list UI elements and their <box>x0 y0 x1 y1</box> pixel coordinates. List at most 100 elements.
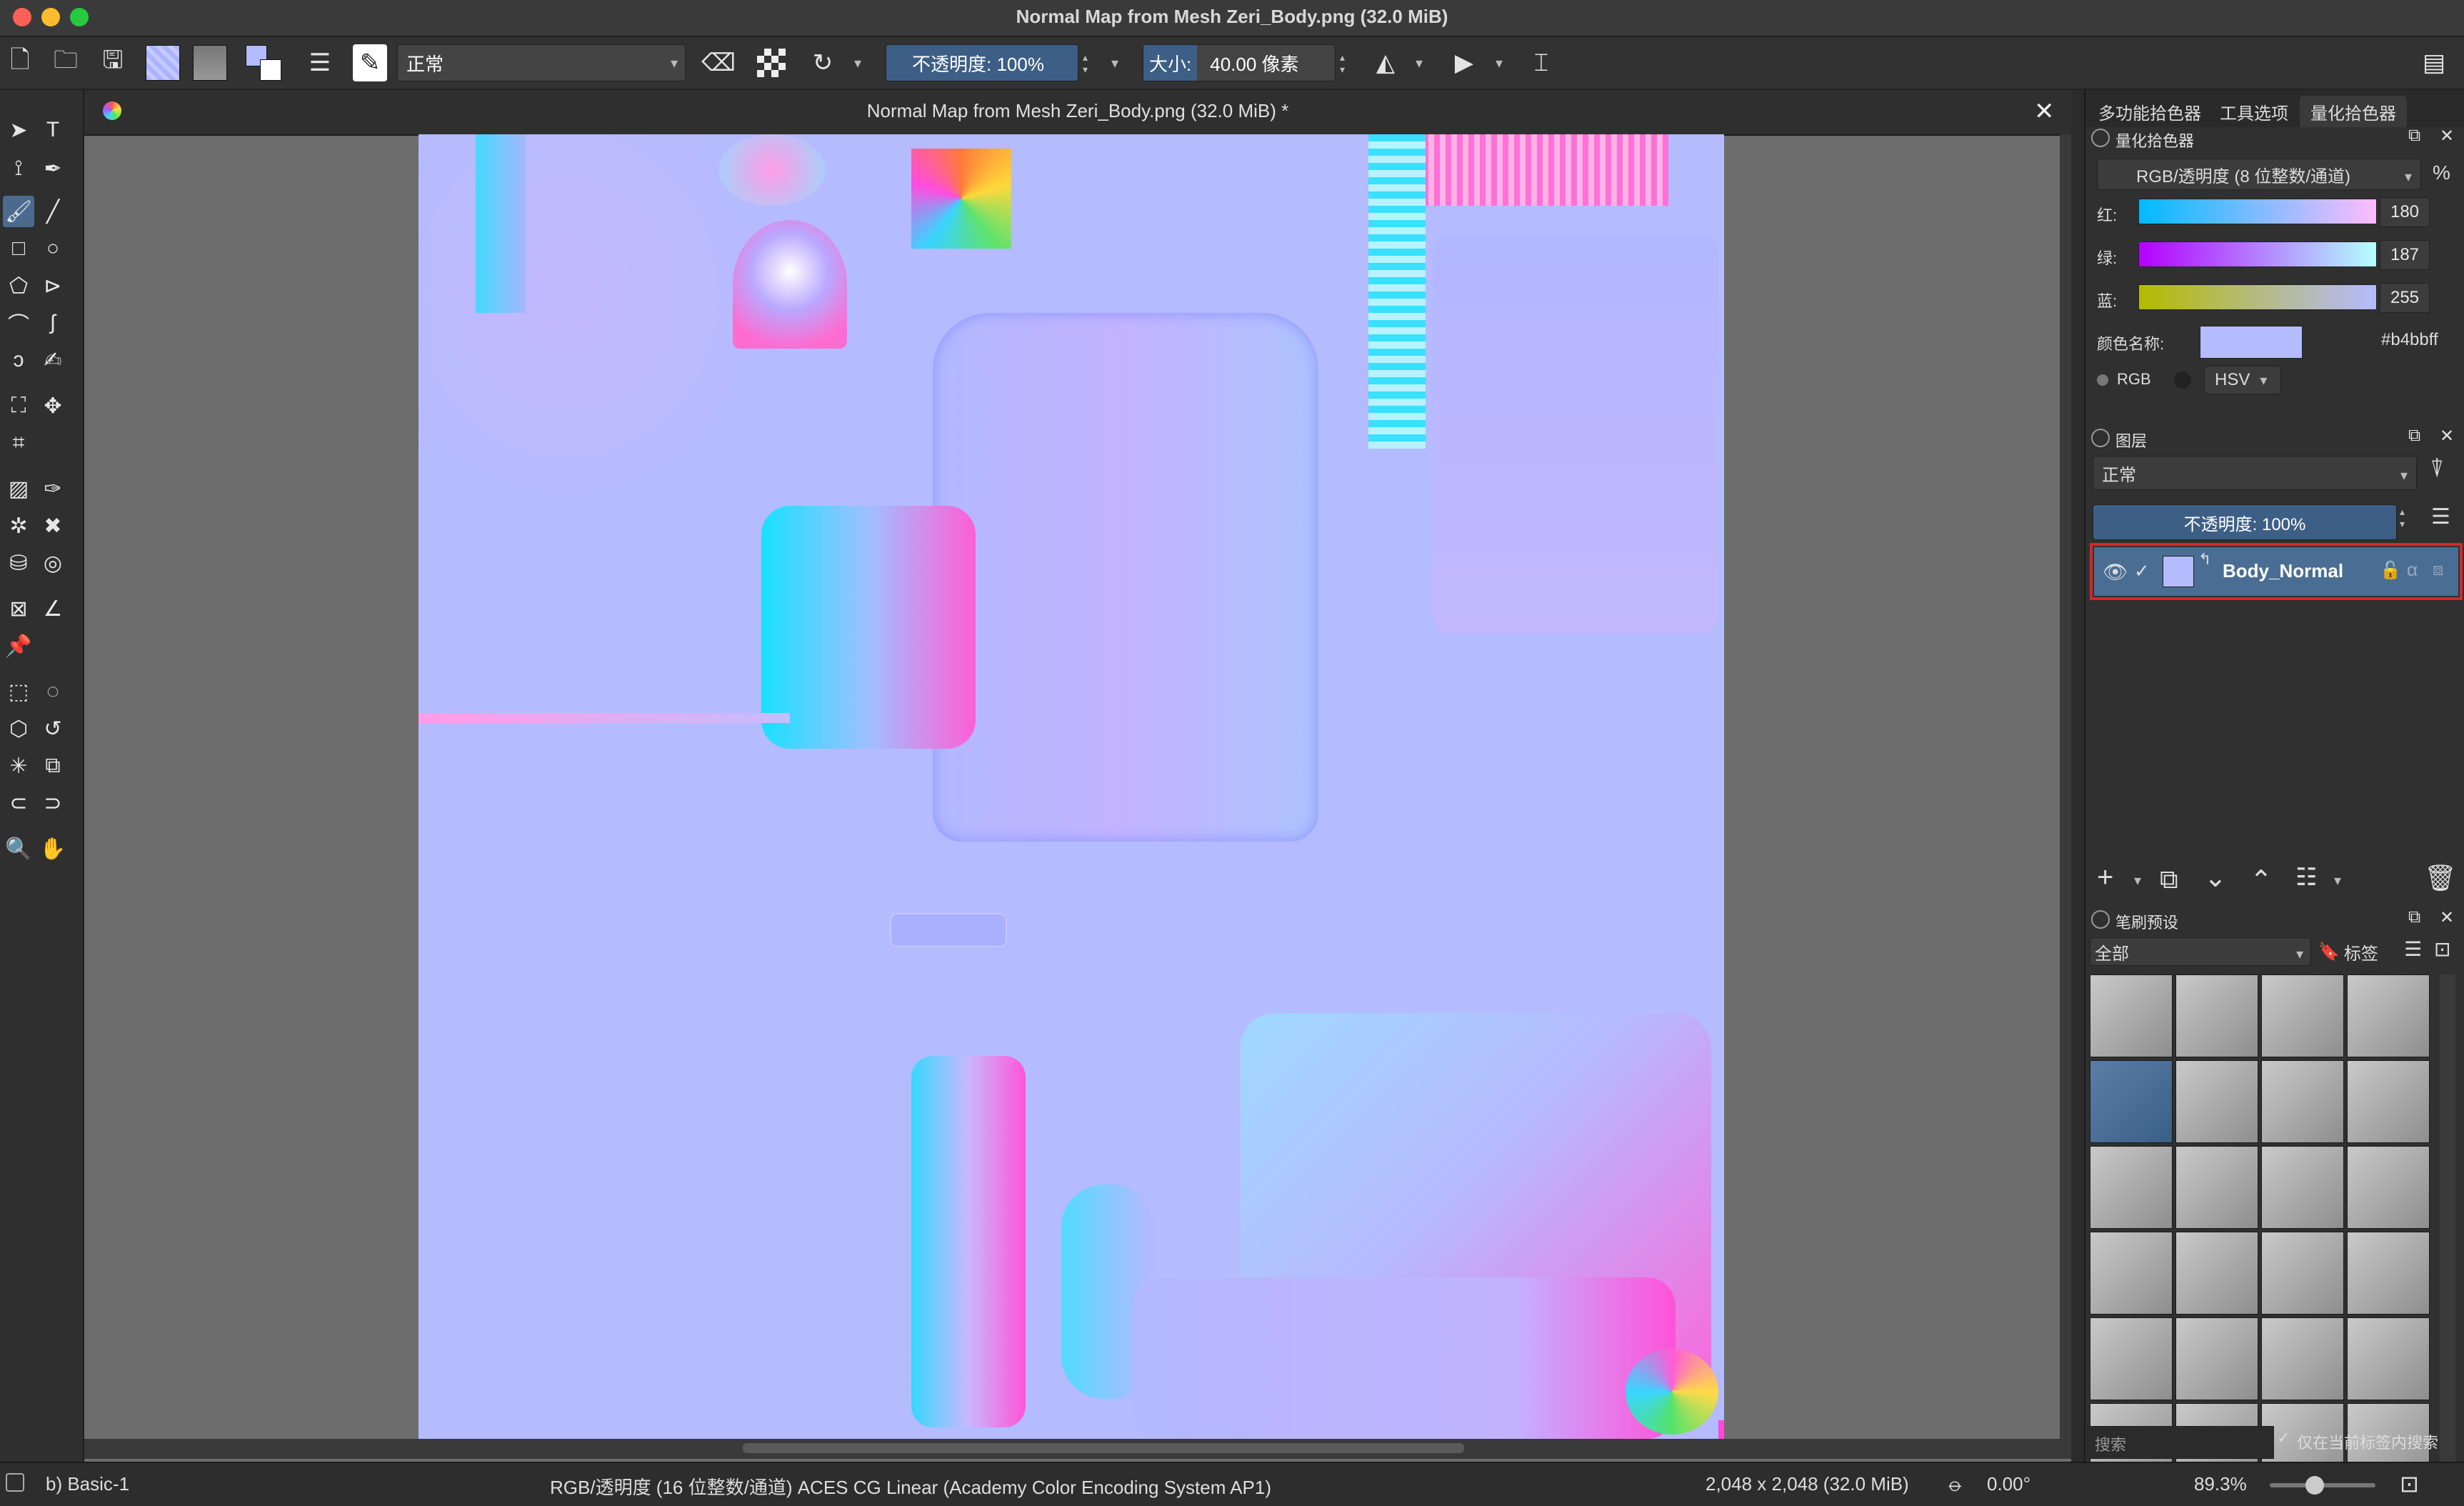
freehand-select-icon[interactable]: ↺ <box>37 713 69 744</box>
horizontal-scroll-thumb[interactable] <box>743 1443 1464 1453</box>
reload-icon[interactable]: ↻ <box>806 46 840 80</box>
select-shapes-icon[interactable]: ➤ <box>3 114 34 146</box>
magic-wand-icon[interactable]: ✳ <box>3 750 34 782</box>
pattern-icon[interactable] <box>146 45 180 81</box>
eraser-icon[interactable]: ⌫ <box>701 46 736 80</box>
add-layer-icon[interactable]: + <box>2097 862 2113 894</box>
fg-bg-colors-icon[interactable] <box>246 45 281 81</box>
delete-layer-icon[interactable]: 🗑 <box>2424 863 2457 893</box>
zoom-slider-handle[interactable] <box>2305 1476 2324 1495</box>
bezier-select-icon[interactable]: ⊂ <box>3 787 34 819</box>
chevron-down-icon[interactable]: ▾ <box>1416 54 1423 72</box>
pan-tool-icon[interactable]: ✋ <box>37 833 69 864</box>
layer-opacity-slider[interactable]: 不透明度: 100% <box>2093 504 2397 540</box>
similar-select-icon[interactable]: ⧉ <box>37 750 69 782</box>
lock-icon[interactable] <box>2091 429 2110 447</box>
assistant-tool-icon[interactable]: ⊠ <box>3 593 34 624</box>
fill-tool-icon[interactable]: ⛁ <box>3 547 34 579</box>
polygon-select-icon[interactable]: ⬡ <box>3 713 34 744</box>
checkbox-icon[interactable]: ✓ <box>2277 1429 2290 1447</box>
layer-menu-icon[interactable]: ☰ <box>2431 504 2450 529</box>
chevron-down-icon[interactable]: ▾ <box>2334 872 2341 889</box>
save-icon[interactable]: 🖫 <box>96 46 130 80</box>
edit-shapes-icon[interactable]: ⟟ <box>3 153 34 184</box>
layer-properties-icon[interactable]: ☷ <box>2295 863 2317 892</box>
color-picker-icon[interactable]: ✑ <box>37 473 69 504</box>
brush-preset[interactable] <box>2175 974 2258 1057</box>
float-docker-icon[interactable]: ⧉ <box>2408 126 2420 146</box>
stepper-icon[interactable]: ▴ ▾ <box>1083 51 1088 76</box>
smart-patch-icon[interactable]: ✖ <box>37 510 69 542</box>
layer-item-body-normal[interactable]: 👁 ✓ ↰ Body_Normal 🔓 α ⧈ <box>2094 547 2458 596</box>
brush-preset[interactable] <box>2347 1146 2430 1229</box>
reference-images-icon[interactable]: 📌 <box>3 630 34 662</box>
brush-preset-selected[interactable] <box>2090 1060 2173 1143</box>
new-doc-icon[interactable]: 🗋 <box>3 46 37 80</box>
percent-toggle[interactable]: % <box>2433 161 2450 184</box>
inherit-alpha-icon[interactable]: ⧈ <box>2433 560 2443 580</box>
close-docker-icon[interactable]: ✕ <box>2440 907 2454 928</box>
zoom-value[interactable]: 89.3% <box>2194 1473 2247 1495</box>
brush-preset[interactable] <box>2261 974 2344 1057</box>
mirror-vertical-icon[interactable]: ▶ <box>1447 46 1481 80</box>
brush-editor-icon[interactable]: ✎ <box>353 44 387 81</box>
brush-preset[interactable] <box>2090 1146 2173 1229</box>
blue-slider[interactable] <box>2138 284 2377 310</box>
color-model-dropdown[interactable]: RGB/透明度 (8 位整数/通道) ▾ <box>2097 159 2421 190</box>
chevron-down-icon[interactable]: ▾ <box>2134 872 2141 889</box>
lock-layer-icon[interactable]: 🔓 <box>2380 560 2401 581</box>
checkmark-icon[interactable]: ✓ <box>2134 560 2150 582</box>
rect-select-icon[interactable]: ⬚ <box>3 676 34 707</box>
move-down-icon[interactable]: ⌄ <box>2204 862 2227 894</box>
calligraphy-icon[interactable]: ✒ <box>37 153 69 184</box>
blue-value[interactable]: 255 <box>2380 283 2430 313</box>
stepper-icon[interactable]: ▴ ▾ <box>2400 506 2405 530</box>
duplicate-layer-icon[interactable]: ⧉ <box>2160 864 2178 895</box>
stepper-icon[interactable]: ▴ ▾ <box>1340 51 1345 76</box>
brush-preset[interactable] <box>2261 1060 2344 1143</box>
eye-icon[interactable]: 👁 <box>2103 560 2128 584</box>
polyline-tool-icon[interactable]: ⊳ <box>37 270 69 301</box>
tag-button[interactable]: 🔖 标签 <box>2318 937 2393 966</box>
list-view-icon[interactable]: ☰ <box>2404 937 2422 961</box>
open-icon[interactable]: 🗀 <box>49 46 83 80</box>
filter-icon[interactable]: ⍒ <box>2430 456 2444 484</box>
brush-preset[interactable] <box>2175 1232 2258 1315</box>
workspace-icon[interactable]: ▤ <box>2417 46 2451 80</box>
crop-wrap-icon[interactable]: ⌶ <box>1524 46 1558 80</box>
bezier-tool-icon[interactable]: ⌒ <box>3 307 34 339</box>
brush-preset[interactable] <box>2175 1146 2258 1229</box>
magnetic-select-icon[interactable]: ⊃ <box>37 787 69 819</box>
hsv-radio[interactable] <box>2174 371 2191 389</box>
move-up-icon[interactable]: ⌃ <box>2250 864 2273 897</box>
red-slider[interactable] <box>2138 199 2377 224</box>
tab-advanced-color-selector[interactable]: 多功能拾色器 <box>2093 96 2207 127</box>
layer-blend-dropdown[interactable]: 正常 ▾ <box>2093 456 2417 490</box>
brush-preset[interactable] <box>2261 1232 2344 1315</box>
brush-scrollbar[interactable] <box>2440 974 2455 1502</box>
crop-tool-icon[interactable]: ⌗ <box>3 427 34 459</box>
pixel-grid-icon[interactable]: ⊡ <box>2400 1470 2419 1497</box>
brush-filter-dropdown[interactable]: 全部 ▾ <box>2090 937 2311 966</box>
text-tool-icon[interactable]: T <box>37 114 69 146</box>
brush-preset[interactable] <box>2347 1232 2430 1315</box>
tab-tool-options[interactable]: 工具选项 <box>2211 96 2297 127</box>
display-mode-icon[interactable]: ⊡ <box>2434 937 2450 961</box>
transform-tool-icon[interactable]: ⛶ <box>3 390 34 422</box>
measure-tool-icon[interactable]: ∠ <box>37 593 69 624</box>
rotation-icon[interactable]: ⦵ <box>1945 1470 1965 1497</box>
ellipse-tool-icon[interactable]: ○ <box>37 233 69 264</box>
color-swatch[interactable] <box>2200 326 2303 359</box>
brush-preset[interactable] <box>2347 1060 2430 1143</box>
rotation-value[interactable]: 0.00° <box>1987 1473 2030 1495</box>
brush-preset[interactable] <box>2090 1232 2173 1315</box>
brush-preset[interactable] <box>2090 1317 2173 1400</box>
alpha-lock-icon[interactable] <box>754 46 788 80</box>
float-docker-icon[interactable]: ⧉ <box>2408 426 2420 446</box>
brush-preset[interactable] <box>2175 1317 2258 1400</box>
enclose-fill-icon[interactable]: ◎ <box>37 547 69 579</box>
lock-icon[interactable] <box>2091 910 2110 929</box>
brush-search-input[interactable]: 搜索 <box>2087 1426 2274 1459</box>
rectangle-tool-icon[interactable]: □ <box>3 233 34 264</box>
ellipse-select-icon[interactable]: ◌ <box>37 676 69 707</box>
